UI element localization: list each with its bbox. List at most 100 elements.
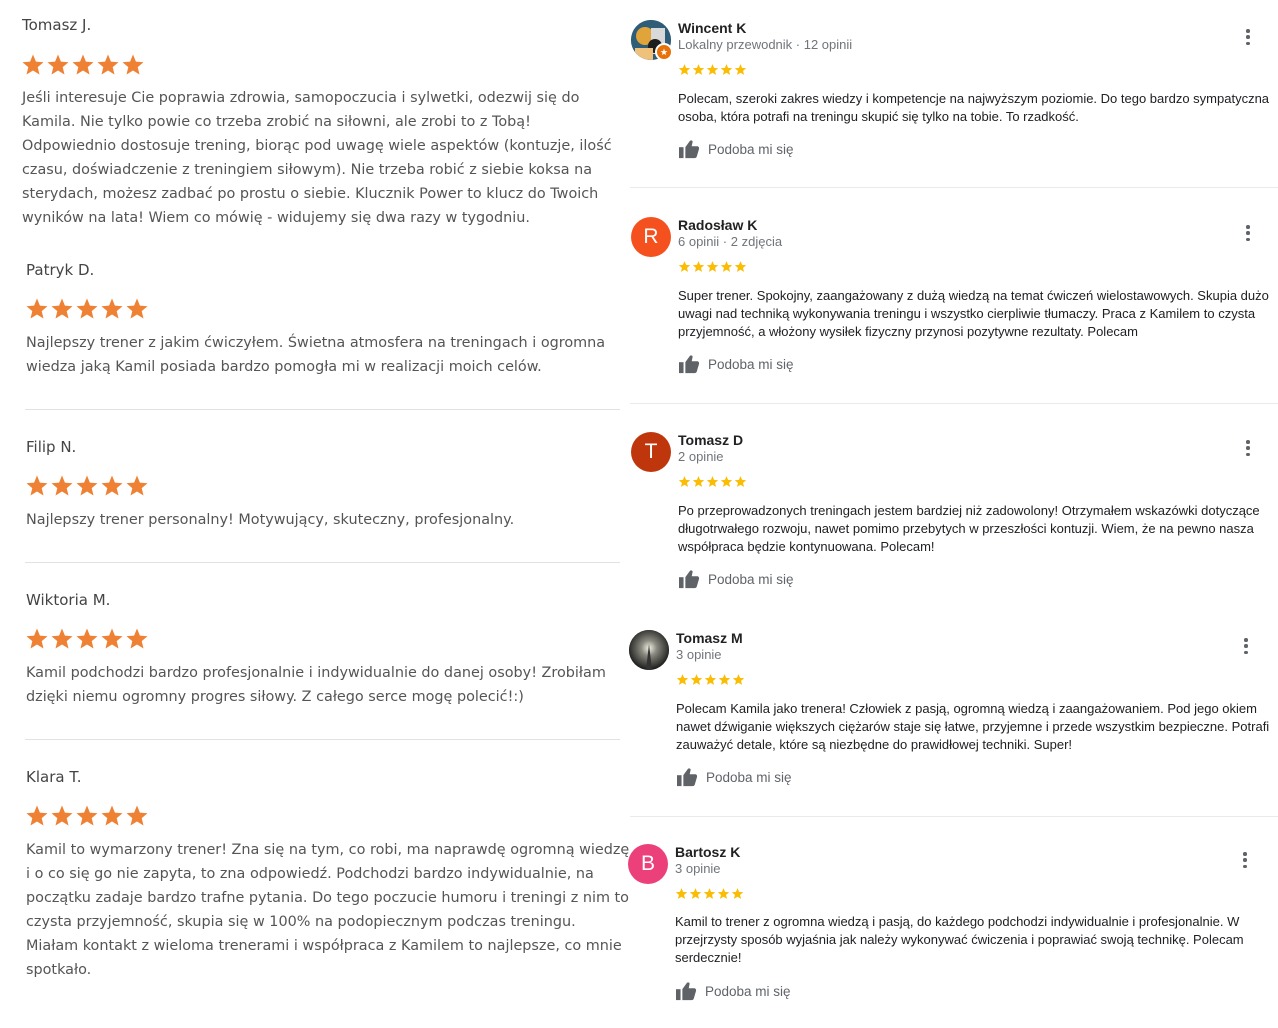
review-text-line: nawet dźwiganie większych ciężarów staje… <box>676 719 1270 734</box>
local-guide-badge-icon <box>655 43 673 61</box>
review-text-line: Super trener. Spokojny, zaangażowany z d… <box>678 288 1269 303</box>
star-icon <box>47 54 69 75</box>
star-icon <box>720 476 733 487</box>
star-icon <box>734 64 747 75</box>
review-text: Kamil to wymarzony trener! Zna się na ty… <box>26 838 629 982</box>
review-text-line: i o co się go nie zapyta, to zna odpowie… <box>26 866 594 882</box>
like-button[interactable]: Podoba mi się <box>676 767 792 787</box>
star-rating <box>678 260 747 273</box>
star-icon <box>703 888 716 899</box>
like-button[interactable]: Podoba mi się <box>675 981 791 1001</box>
reviewer-name: Wiktoria M. <box>26 591 111 609</box>
star-icon <box>26 805 48 826</box>
star-icon <box>692 476 705 487</box>
review-text-line: sterydach, możesz zadbać po prostu o sie… <box>22 186 599 202</box>
reviewer-name[interactable]: Wincent K <box>678 20 746 36</box>
star-icon <box>706 476 719 487</box>
review-text-line: współpraca będzie kontynuowana. Polecam! <box>678 539 935 554</box>
star-icon <box>692 64 705 75</box>
review-text: Kamil podchodzi bardzo profesjonalnie i … <box>26 661 606 709</box>
reviewer-name: Filip N. <box>26 438 77 456</box>
review-text-line: zauważyć detale, które są niezbędne do p… <box>676 737 1073 752</box>
divider <box>25 409 620 410</box>
divider <box>630 816 1278 817</box>
star-icon <box>731 888 744 899</box>
star-icon <box>122 54 144 75</box>
reviewer-meta: Lokalny przewodnik · 12 opinii <box>678 37 853 52</box>
star-icon <box>72 54 94 75</box>
star-rating <box>678 475 747 488</box>
more-vert-icon[interactable] <box>1243 27 1253 47</box>
review-text-line: przejrzysty sposób wyjaśnia jak należy w… <box>675 932 1244 947</box>
star-icon <box>97 54 119 75</box>
review-text: Najlepszy trener personalny! Motywujący,… <box>26 508 514 532</box>
star-icon <box>26 475 48 496</box>
reviewer-name[interactable]: Radosław K <box>678 217 757 233</box>
star-icon <box>692 261 705 272</box>
star-rating <box>25 474 149 497</box>
avatar-photo-icon <box>629 630 669 670</box>
star-icon <box>126 475 148 496</box>
like-button[interactable]: Podoba mi się <box>678 139 794 159</box>
avatar[interactable]: B <box>628 844 668 884</box>
star-icon <box>51 805 73 826</box>
star-icon <box>690 674 703 685</box>
reviewer-meta: 6 opinii · 2 zdjęcia <box>678 234 783 249</box>
reviewer-meta: 3 opinie <box>675 861 721 876</box>
reviewer-name: Tomasz J. <box>22 16 92 34</box>
star-icon <box>718 674 731 685</box>
reviewer-name[interactable]: Tomasz M <box>676 630 743 646</box>
review-text-line: długotrwałego rozwoju, nawet pomimo prze… <box>678 521 1254 536</box>
review-text-line: serdecznie! <box>675 950 742 965</box>
thumbs-up-icon <box>679 355 700 374</box>
reviewer-meta: 2 opinie <box>678 449 724 464</box>
reviewer-meta: 3 opinie <box>676 647 722 662</box>
review-text-line: czasu, doświadczenie z treningiem siłowy… <box>22 162 593 178</box>
review-text-line: czysta przyjemność, skupia się w 100% na… <box>26 914 576 930</box>
reviewer-name[interactable]: Bartosz K <box>675 844 740 860</box>
more-vert-icon[interactable] <box>1243 223 1253 243</box>
star-icon <box>26 628 48 649</box>
review-text: Jeśli interesuje Cie poprawia zdrowia, s… <box>22 86 612 230</box>
review-text-line: Najlepszy trener z jakim ćwiczyłem. Świe… <box>26 335 606 351</box>
thumbs-up-icon <box>676 982 697 1001</box>
review-text-line: wiedza jaką Kamil posiada bardzo pomogła… <box>26 359 542 375</box>
star-icon <box>678 476 691 487</box>
star-rating <box>21 53 145 76</box>
avatar[interactable]: T <box>631 432 671 472</box>
like-label: Podoba mi się <box>708 571 794 587</box>
star-icon <box>717 888 730 899</box>
review-text-line: Jeśli interesuje Cie poprawia zdrowia, s… <box>22 90 580 106</box>
star-icon <box>706 64 719 75</box>
star-icon <box>76 298 98 319</box>
avatar[interactable]: R <box>631 217 671 257</box>
star-rating <box>678 63 747 76</box>
star-icon <box>101 805 123 826</box>
more-vert-icon[interactable] <box>1243 438 1253 458</box>
star-icon <box>734 476 747 487</box>
more-vert-icon[interactable] <box>1240 850 1250 870</box>
avatar[interactable] <box>629 630 669 670</box>
star-icon <box>678 64 691 75</box>
review-text: Super trener. Spokojny, zaangażowany z d… <box>678 287 1273 341</box>
reviewer-name: Patryk D. <box>26 261 95 279</box>
review-text: Polecam, szeroki zakres wiedzy i kompete… <box>678 90 1273 126</box>
more-vert-icon[interactable] <box>1241 636 1251 656</box>
like-button[interactable]: Podoba mi się <box>678 354 794 374</box>
review-text-line: dzięki niemu ogromny progres siłowy. Z c… <box>26 689 524 705</box>
star-icon <box>51 475 73 496</box>
review-text-line: Kamil podchodzi bardzo profesjonalnie i … <box>26 665 606 681</box>
review-text-line: spotkało. <box>26 962 92 978</box>
reviewer-name[interactable]: Tomasz D <box>678 432 743 448</box>
review-text-line: osoba, która potrafi na treningu skupić … <box>678 109 1079 124</box>
star-icon <box>704 674 717 685</box>
star-icon <box>732 674 745 685</box>
star-icon <box>720 261 733 272</box>
star-icon <box>76 475 98 496</box>
divider <box>630 187 1278 188</box>
star-icon <box>101 475 123 496</box>
like-button[interactable]: Podoba mi się <box>678 569 794 589</box>
review-text-line: wyników na lata! Wiem co mówię - widujem… <box>22 210 530 226</box>
star-icon <box>26 298 48 319</box>
star-icon <box>101 628 123 649</box>
